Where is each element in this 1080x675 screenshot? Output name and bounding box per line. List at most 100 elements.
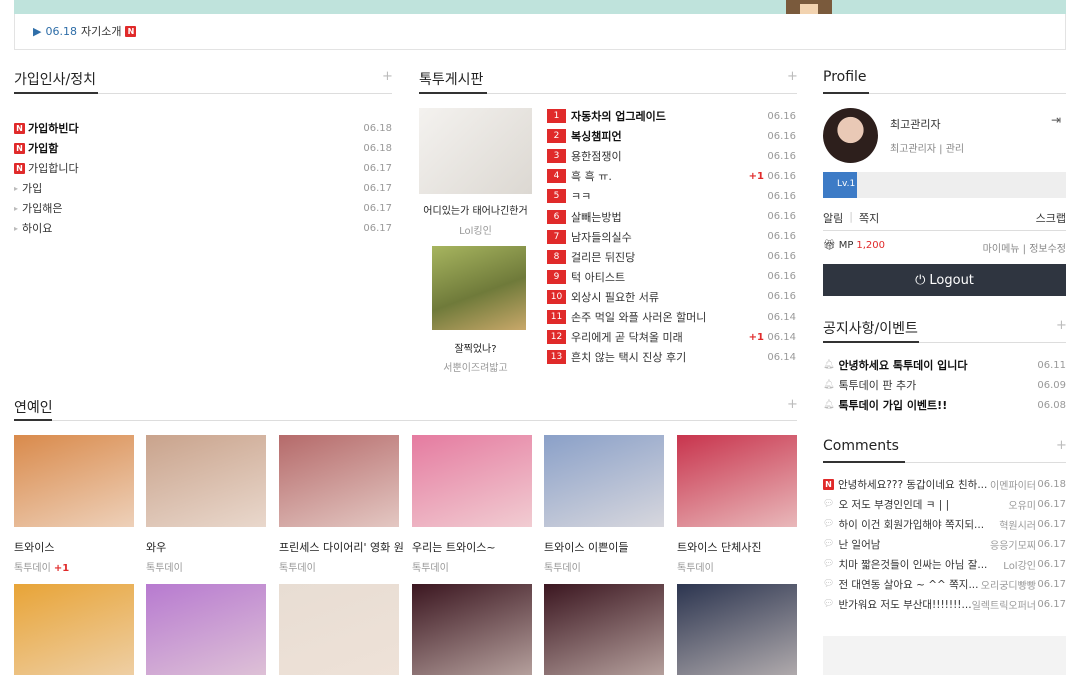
list-item-title: 걸리믄 뒤진당 xyxy=(571,250,636,264)
gallery-thumbnail[interactable] xyxy=(279,584,399,675)
list-item[interactable]: 💬︎ 치마 짧은것들이 인싸는 아님 잘... Lol강인 06.17 xyxy=(823,557,1066,572)
gallery-thumbnail[interactable] xyxy=(14,584,134,675)
list-item[interactable]: 11 손주 먹일 와플 사러온 할머니 06.14 xyxy=(547,310,796,324)
list-item[interactable]: 7 남자들의실수 06.16 xyxy=(547,229,796,244)
list-item-date: 06.16 xyxy=(767,291,796,303)
list-item[interactable]: 5 ㅋㅋ 06.16 xyxy=(547,189,796,204)
list-item[interactable]: 💬︎ 전 대연동 살아요 ~ ^^ 쪽지... 오리궁디빵빵 06.17 xyxy=(823,577,1066,592)
notice-more-icon[interactable]: + xyxy=(1056,318,1067,333)
gallery-item[interactable] xyxy=(14,584,134,675)
gallery-item[interactable] xyxy=(412,584,532,675)
logout-button[interactable]: ⏻ Logout xyxy=(823,264,1066,296)
profile-name[interactable]: 최고관리자 xyxy=(890,116,941,132)
middle-thumb-1[interactable] xyxy=(419,108,532,194)
list-item-title: 안녕하세요 톡투데이 입니다 xyxy=(838,359,968,372)
list-item[interactable]: 💬︎ 오 저도 부경인인데 ㅋ | | 오유미 06.17 xyxy=(823,497,1066,512)
list-item[interactable]: 🔔︎ 톡투데이 판 추가 06.09 xyxy=(823,378,1066,392)
list-item[interactable]: 💬︎ 하이 이건 회원가입해야 쪽지되... 혁원시러 06.17 xyxy=(823,517,1066,532)
list-item[interactable]: 4 흑 흑 ㅠ. +1 06.16 xyxy=(547,169,796,184)
list-item-title: 흑 흑 ㅠ. xyxy=(571,170,612,184)
celeb-title[interactable]: 연예인 xyxy=(14,397,53,417)
link-separator: | xyxy=(849,210,853,223)
gallery-thumbnail[interactable] xyxy=(677,435,797,527)
list-item[interactable]: ▸ 하이요 06.17 xyxy=(14,221,392,235)
gallery-author: 톡투데이 xyxy=(279,559,316,574)
comment-author: 오유미 xyxy=(1008,500,1036,512)
middle-board-more-icon[interactable]: + xyxy=(787,69,798,84)
gallery-item[interactable]: 프린세스 다이어리' 영화 원톡투데이 xyxy=(279,435,404,575)
left-board-more-icon[interactable]: + xyxy=(382,69,393,84)
list-item-title: 자동차의 업그레이드 xyxy=(571,110,666,123)
gallery-caption[interactable]: 트와이스 이쁜이들 xyxy=(544,539,628,555)
scrap-link[interactable]: 스크랩 xyxy=(1036,210,1066,226)
list-item[interactable]: N 가입함 06.18 xyxy=(14,141,392,155)
gallery-thumbnail[interactable] xyxy=(14,435,134,527)
gallery-author: 톡투데이 xyxy=(146,559,183,574)
avatar[interactable] xyxy=(823,108,878,163)
mp-row: 🎁︎ MP 1,200 xyxy=(823,240,885,251)
logout-exit-icon[interactable]: ⇥ xyxy=(1051,113,1061,127)
gallery-thumbnail[interactable] xyxy=(146,435,266,527)
list-item[interactable]: N 가입합니다 06.17 xyxy=(14,161,392,175)
list-item[interactable]: 🔔︎ 안녕하세요 톡투데이 입니다 06.11 xyxy=(823,358,1066,372)
list-item[interactable]: 🔔︎ 톡투데이 가입 이벤트!! 06.08 xyxy=(823,398,1066,412)
gallery-item[interactable]: 트와이스 단체사진 톡투데이 xyxy=(677,435,797,575)
gallery-item[interactable]: 우리는 트와이스~ 톡투데이 xyxy=(412,435,532,575)
gallery-thumbnail[interactable] xyxy=(279,435,399,527)
list-item[interactable]: 12 우리에게 곧 닥쳐올 미래 +1 06.14 xyxy=(547,330,796,345)
gallery-thumbnail[interactable] xyxy=(412,435,532,527)
ad-placeholder xyxy=(823,636,1066,675)
gallery-caption[interactable]: 트와이스 xyxy=(14,539,54,555)
list-item[interactable]: 💬︎ 반가워요 저도 부산대!!!!!!!... 일렉트릭오퍼너 06.17 xyxy=(823,597,1066,612)
list-item[interactable]: 1 자동차의 업그레이드 06.16 xyxy=(547,109,796,123)
rank-number: 12 xyxy=(547,330,566,345)
middle-thumb-2-caption[interactable]: 잘찍었나? xyxy=(419,340,532,355)
bell-icon: 🔔︎ xyxy=(823,360,835,370)
list-item[interactable]: ▸ 가입해은 06.17 xyxy=(14,201,392,215)
list-item[interactable]: 6 살빼는방법 06.16 xyxy=(547,209,796,224)
list-item[interactable]: N 가입하빈다 06.18 xyxy=(14,121,392,135)
comment-count-badge: +1 xyxy=(748,170,764,182)
comments-title[interactable]: Comments xyxy=(823,438,899,454)
gallery-thumbnail[interactable] xyxy=(146,584,266,675)
list-item-date: 06.18 xyxy=(363,142,392,154)
gallery-thumbnail[interactable] xyxy=(677,584,797,675)
gallery-item[interactable]: 와우톡투데이 xyxy=(146,435,266,575)
alarm-link[interactable]: 알림 xyxy=(823,210,843,226)
gallery-caption[interactable]: 우리는 트와이스~ xyxy=(412,539,496,555)
gallery-caption[interactable]: 트와이스 단체사진 xyxy=(677,539,761,555)
list-item[interactable]: ▸ 가입 06.17 xyxy=(14,181,392,195)
list-item[interactable]: 8 걸리믄 뒤진당 06.16 xyxy=(547,249,796,264)
list-item[interactable]: 9 턱 아티스트 06.16 xyxy=(547,269,796,284)
gallery-item[interactable]: 트와이스 이쁜이들 톡투데이 xyxy=(544,435,664,575)
list-item[interactable]: 3 용한점쟁이 06.16 xyxy=(547,149,796,164)
gallery-caption[interactable]: 와우 xyxy=(146,539,166,555)
middle-thumb-1-caption[interactable]: 어디있는가 태어나긴한거 xyxy=(419,202,532,217)
comments-more-icon[interactable]: + xyxy=(1056,438,1067,453)
left-board-title[interactable]: 가입인사/정치 xyxy=(14,69,96,89)
banner-notice-item[interactable]: ▶ 06.18 자기소개 N xyxy=(33,23,137,39)
list-item[interactable]: 13 흔치 않는 택시 진상 후기 06.14 xyxy=(547,350,796,365)
list-item[interactable]: N 안녕하세요??? 동갑이네요 친하... 이멘파이터 06.18 xyxy=(823,477,1066,492)
message-link[interactable]: 쪽지 xyxy=(859,210,879,226)
gallery-item[interactable] xyxy=(279,584,399,675)
gallery-item[interactable] xyxy=(544,584,664,675)
gallery-item[interactable] xyxy=(146,584,266,675)
gallery-thumbnail[interactable] xyxy=(544,435,664,527)
celeb-more-icon[interactable]: + xyxy=(787,397,798,412)
list-item-title: 가입하빈다 xyxy=(28,122,79,135)
list-item[interactable]: 10 외상시 필요한 서류 06.16 xyxy=(547,289,796,304)
list-item[interactable]: 2 복싱챔피언 06.16 xyxy=(547,129,796,144)
new-badge-icon: N xyxy=(14,122,25,134)
gallery-thumbnail[interactable] xyxy=(412,584,532,675)
gallery-caption[interactable]: 프린세스 다이어리' 영화 원 xyxy=(279,539,404,555)
rank-number: 8 xyxy=(547,249,566,264)
gallery-item[interactable] xyxy=(677,584,797,675)
list-item[interactable]: 💬︎ 난 일어남 응응기모찌 06.17 xyxy=(823,537,1066,552)
middle-board-title[interactable]: 톡투게시판 xyxy=(419,69,483,89)
notice-title[interactable]: 공지사항/이벤트 xyxy=(823,318,918,338)
middle-thumb-2[interactable] xyxy=(432,246,526,330)
gallery-thumbnail[interactable] xyxy=(544,584,664,675)
my-menu-links[interactable]: 마이메뉴 | 정보수정 xyxy=(983,240,1066,255)
gallery-item[interactable]: 트와이스 톡투데이 +1 xyxy=(14,435,134,575)
